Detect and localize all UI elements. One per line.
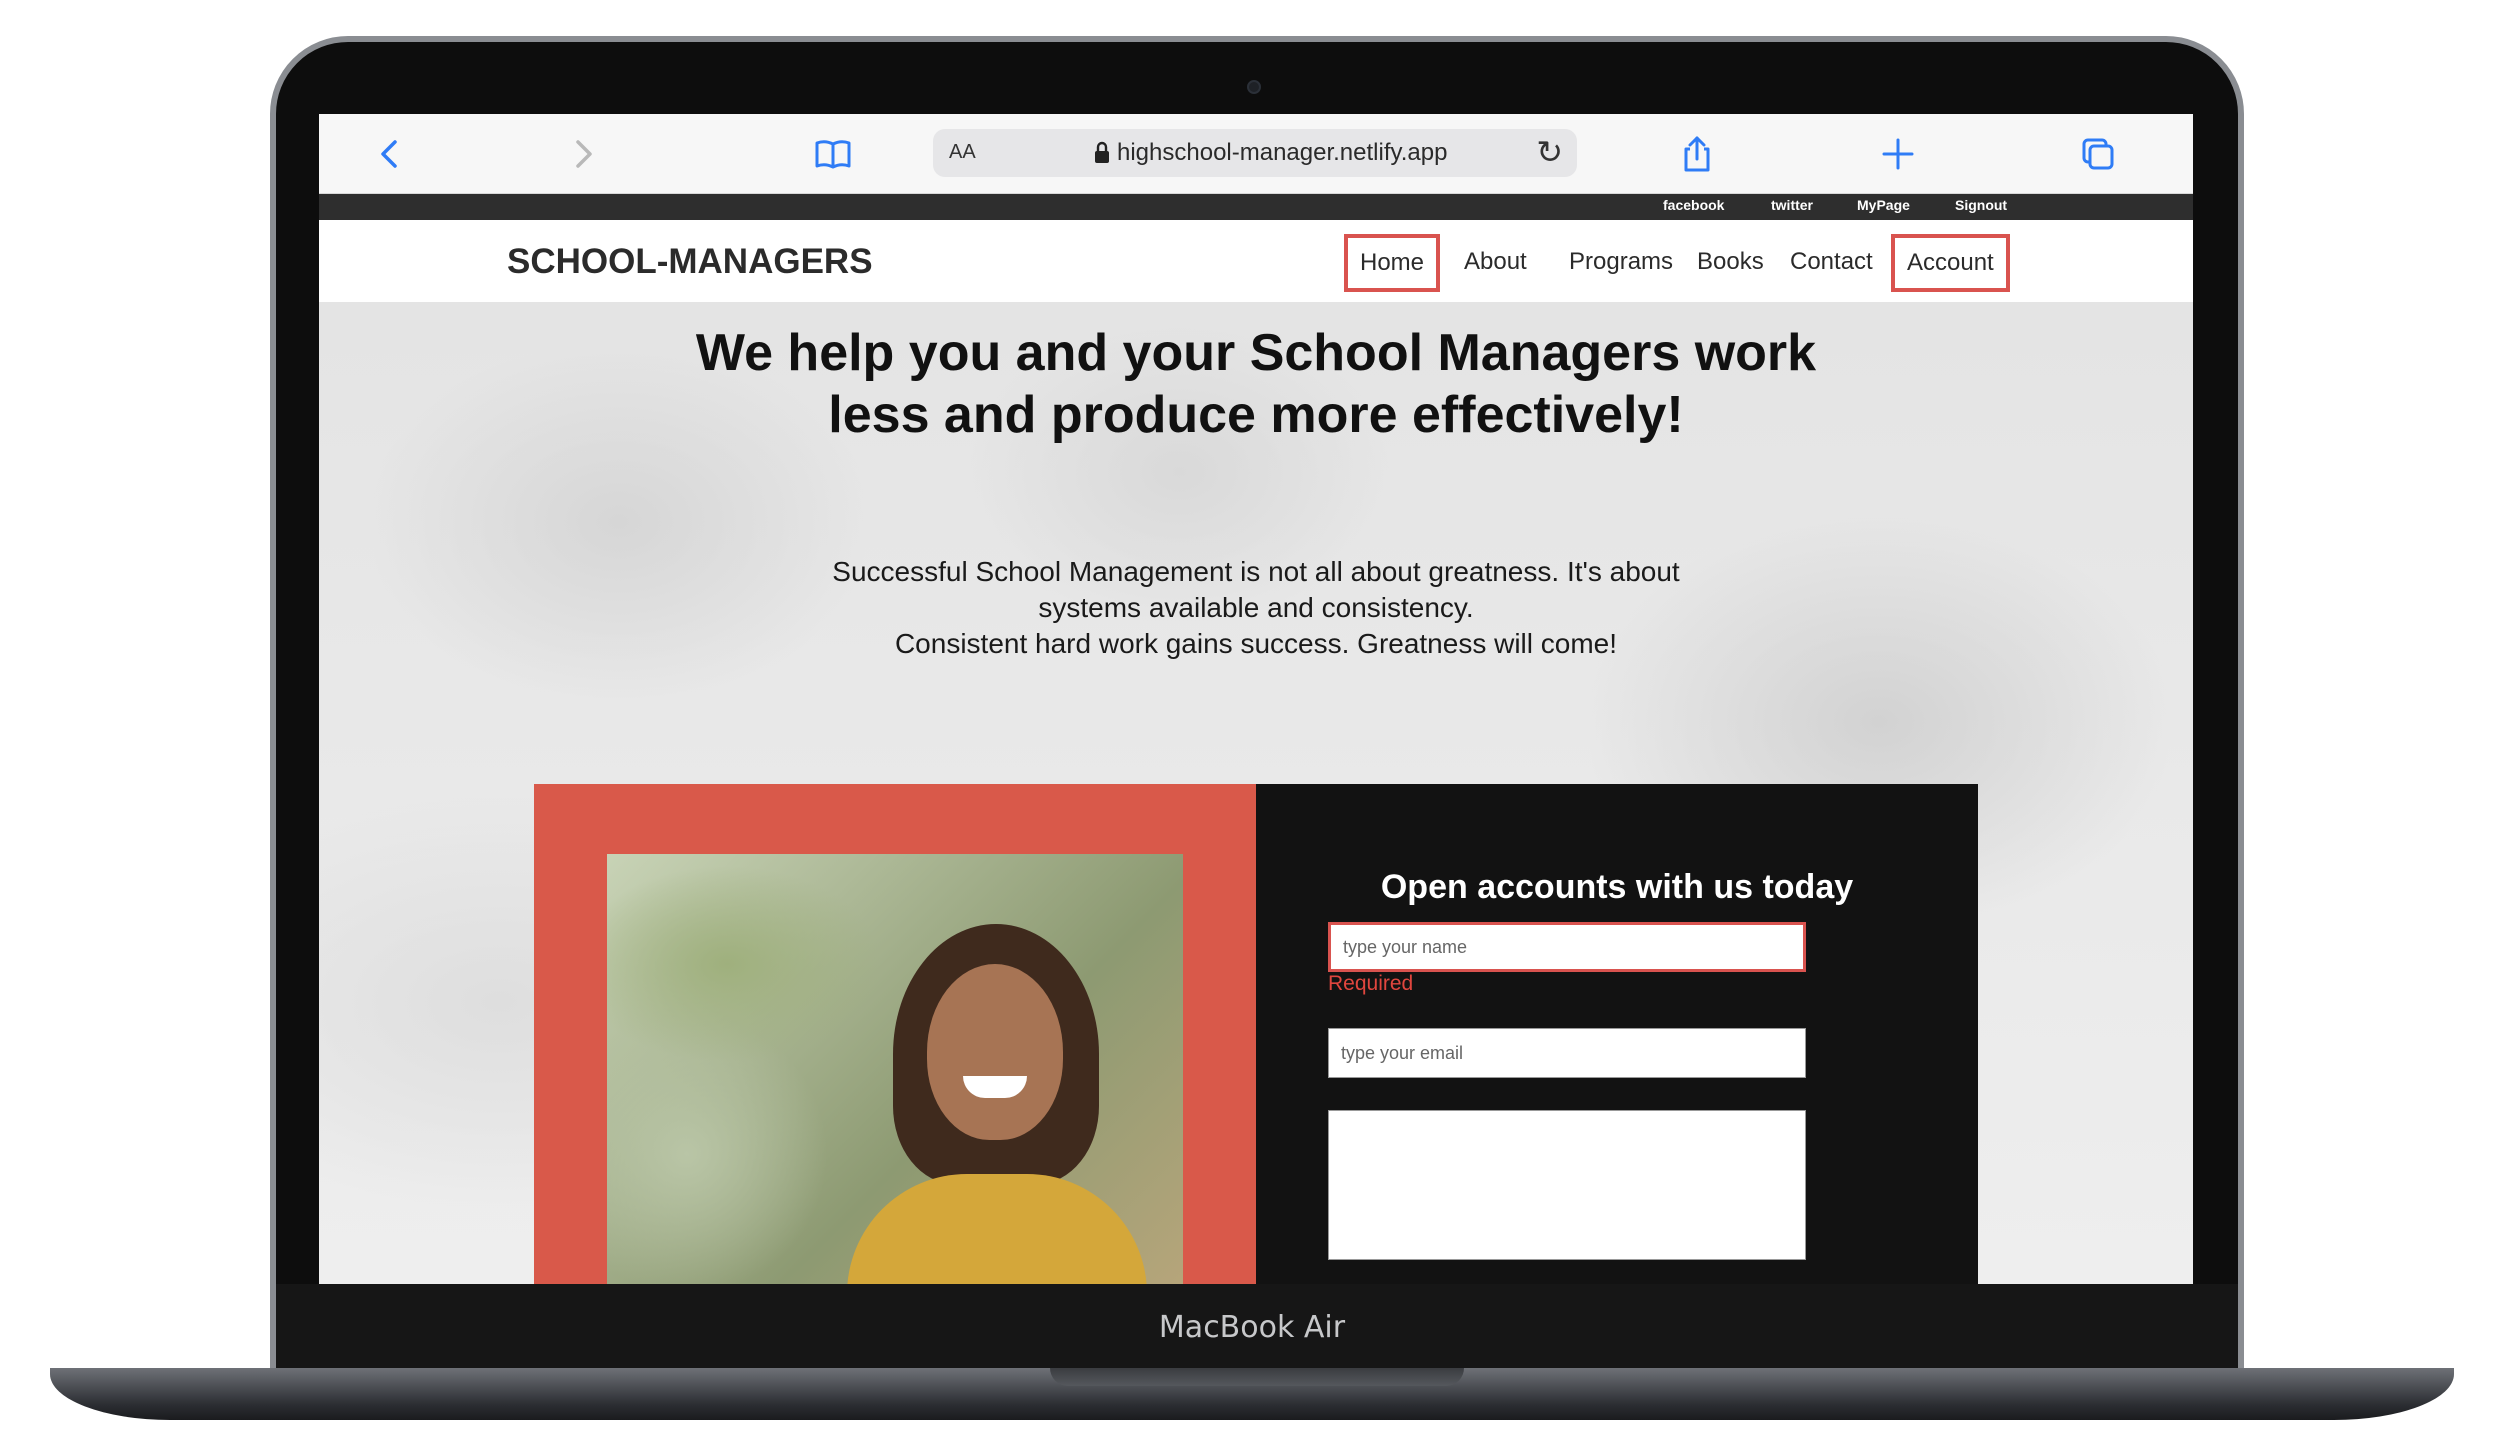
hero-sub-line-1: Successful School Management is not all … xyxy=(832,556,1680,587)
lock-icon xyxy=(1093,139,1111,172)
nav-about[interactable]: About xyxy=(1452,234,1539,292)
facebook-link[interactable]: facebook xyxy=(1663,197,1724,213)
browser-screen: AA highschool-manager.netlify.app ↻ face… xyxy=(319,114,2193,1284)
signup-panel: Open accounts with us today Required xyxy=(1256,784,1978,1284)
nav-books[interactable]: Books xyxy=(1685,234,1776,292)
nav-contact[interactable]: Contact xyxy=(1778,234,1885,292)
new-tab-icon[interactable] xyxy=(1874,130,1922,178)
site-navbar: SCHOOL-MANAGERS Home About Programs Book… xyxy=(319,220,2193,302)
back-icon[interactable] xyxy=(366,130,414,178)
url-text: highschool-manager.netlify.app xyxy=(1117,139,1448,166)
email-field[interactable] xyxy=(1328,1028,1806,1078)
nav-home[interactable]: Home xyxy=(1344,234,1441,292)
camera-icon xyxy=(1247,80,1261,94)
nav-account[interactable]: Account xyxy=(1891,234,2010,292)
laptop-notch xyxy=(1050,1368,1464,1386)
hero-title: We help you and your School Managers wor… xyxy=(319,322,2193,446)
social-bar: facebook twitter MyPage Signout xyxy=(319,194,2193,220)
name-field[interactable] xyxy=(1328,922,1806,972)
manager-photo xyxy=(607,854,1183,1284)
hero-sub-line-2: systems available and consistency. xyxy=(1038,592,1474,623)
photo-face xyxy=(927,964,1063,1140)
signout-link[interactable]: Signout xyxy=(1955,197,2007,213)
share-icon[interactable] xyxy=(1673,130,1721,178)
twitter-link[interactable]: twitter xyxy=(1771,197,1813,213)
signup-title: Open accounts with us today xyxy=(1380,868,1854,906)
bookmarks-icon[interactable] xyxy=(809,130,857,178)
nav-programs[interactable]: Programs xyxy=(1557,234,1685,292)
hero-title-line-1: We help you and your School Managers wor… xyxy=(695,324,1817,382)
forward-icon[interactable] xyxy=(559,130,607,178)
browser-toolbar: AA highschool-manager.netlify.app ↻ xyxy=(319,114,2193,194)
device-label: MacBook Air xyxy=(1158,1310,1346,1345)
hero-sub-line-3: Consistent hard work gains success. Grea… xyxy=(894,628,1618,659)
site-brand[interactable]: SCHOOL-MANAGERS xyxy=(507,242,873,282)
mypage-link[interactable]: MyPage xyxy=(1857,197,1910,213)
message-field[interactable] xyxy=(1328,1110,1806,1260)
photo-shirt xyxy=(847,1174,1147,1284)
address-bar[interactable]: AA highschool-manager.netlify.app ↻ xyxy=(933,129,1577,177)
hero-subtitle: Successful School Management is not all … xyxy=(319,554,2193,662)
hero-section: We help you and your School Managers wor… xyxy=(319,302,2193,1284)
name-error: Required xyxy=(1328,972,1414,995)
text-size-button[interactable]: AA xyxy=(949,141,976,164)
hero-title-line-2: less and produce more effectively! xyxy=(828,386,1684,444)
tabs-icon[interactable] xyxy=(2074,130,2122,178)
reload-icon[interactable]: ↻ xyxy=(1536,133,1563,171)
